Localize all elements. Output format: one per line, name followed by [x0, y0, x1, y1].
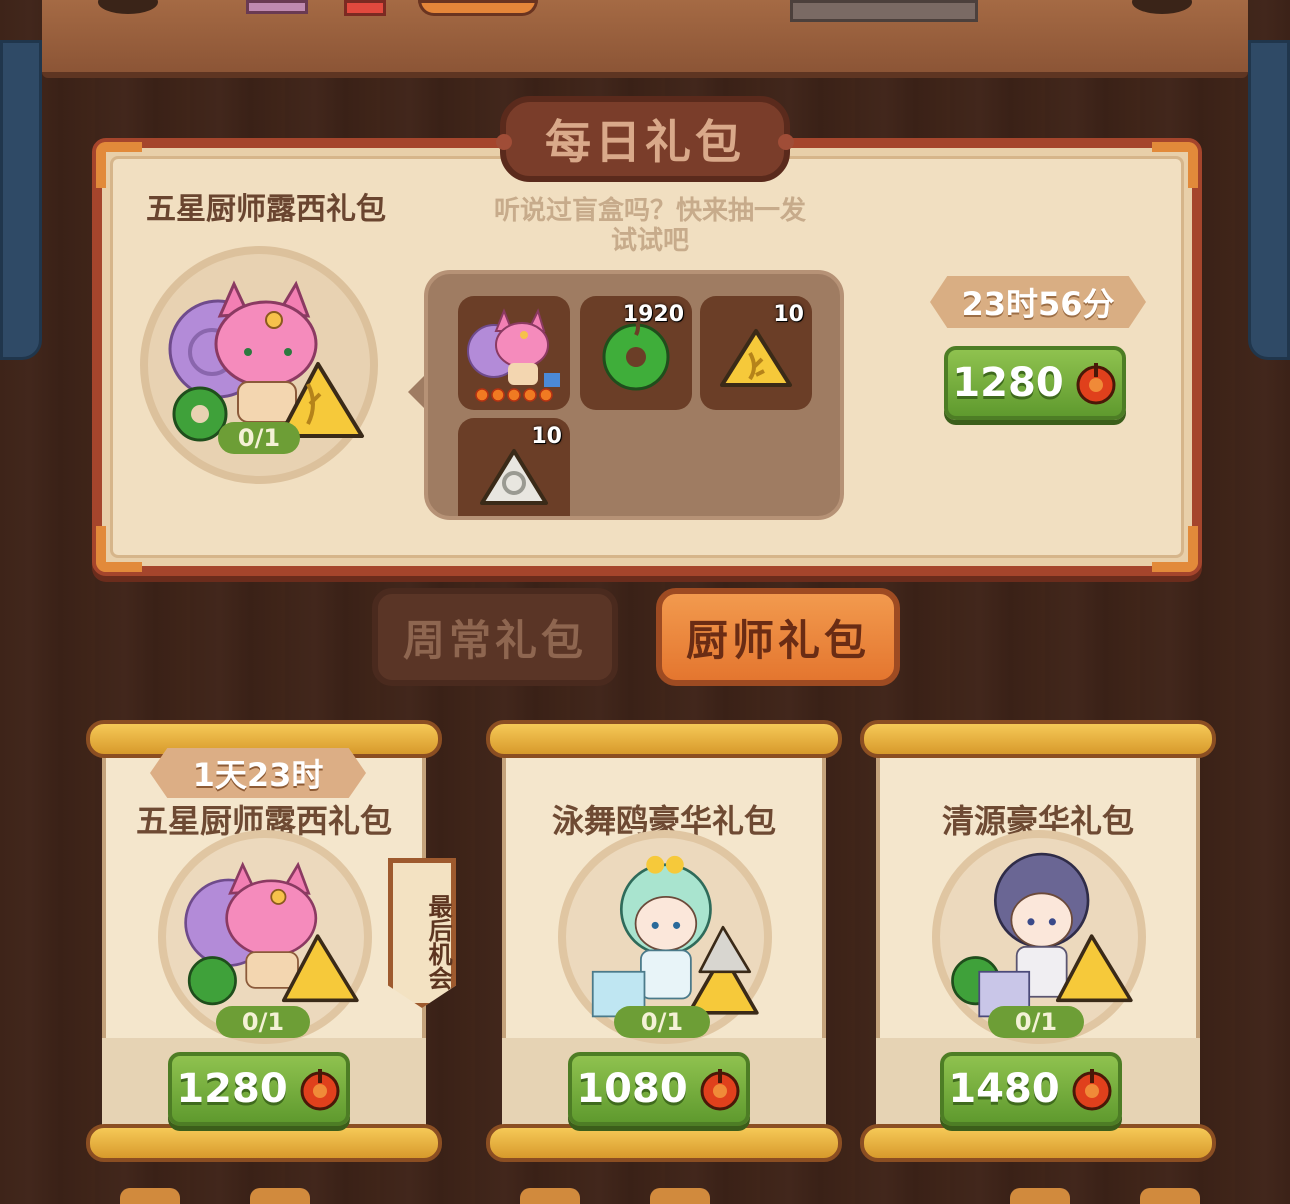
tab-weekly[interactable]: 周常礼包 [372, 588, 618, 686]
scroll-rod-top [486, 720, 842, 758]
card-timer: 1天23时 [150, 748, 366, 798]
daily-title-plate: 每日礼包 [496, 96, 794, 182]
card-count-pill: 0/1 [216, 1006, 310, 1038]
scroll-rod-top [860, 720, 1216, 758]
left-side-panel [0, 40, 42, 360]
top-shelf [42, 0, 1248, 78]
card-buy-button[interactable]: 1280 [168, 1052, 350, 1126]
card-price: 1080 [576, 1066, 688, 1112]
next-row-ornament [250, 1188, 310, 1204]
next-row-ornament [1140, 1188, 1200, 1204]
next-row-ornament [650, 1188, 710, 1204]
red-gem-icon [1076, 363, 1116, 405]
book-icon [246, 0, 308, 14]
right-side-panel [1248, 40, 1290, 360]
daily-pack-name: 五星厨师露西礼包 [146, 192, 386, 227]
item-slot-gold-rune[interactable]: 10 [700, 296, 812, 410]
daily-description: 听说过盲盒吗？快来抽一发试试吧 [493, 196, 806, 256]
next-row-ornament [120, 1188, 180, 1204]
card-price: 1480 [948, 1066, 1060, 1112]
item-slot-silver-rune[interactable]: 10 [458, 418, 570, 516]
shelf-knob [1132, 0, 1192, 14]
daily-title: 每日礼包 [545, 115, 745, 169]
next-row-ornament [520, 1188, 580, 1204]
item-slot-lucy[interactable] [458, 296, 570, 410]
shelf-knob [98, 0, 158, 14]
tab-chef[interactable]: 厨师礼包 [656, 588, 900, 686]
next-row-ornament [1010, 1188, 1070, 1204]
item-qty: 1920 [622, 302, 684, 327]
item-qty: 10 [531, 424, 562, 449]
red-gem-icon [700, 1069, 740, 1111]
item-slot-jade-coin[interactable]: 1920 [580, 296, 692, 410]
scroll-rod-bottom [860, 1124, 1216, 1162]
frame-corner [96, 142, 142, 188]
scroll-rod-bottom [486, 1124, 842, 1162]
card-count-pill: 0/1 [614, 1006, 710, 1038]
tray-icon [790, 0, 978, 22]
scroll-rod-bottom [86, 1124, 442, 1162]
daily-timer: 23时56分 [930, 276, 1146, 328]
daily-count-pill: 0/1 [218, 422, 300, 454]
card-buy-button[interactable]: 1080 [568, 1052, 750, 1126]
plate-dot [778, 134, 794, 150]
pumpkin-icon [418, 0, 538, 16]
plate-dot [496, 134, 512, 150]
card-count-pill: 0/1 [988, 1006, 1084, 1038]
frame-corner [96, 526, 142, 572]
daily-price: 1280 [952, 360, 1064, 406]
frame-corner [1152, 526, 1198, 572]
last-chance-badge: 最后机会 [388, 858, 456, 1008]
frame-corner [1152, 142, 1198, 188]
card-price: 1280 [176, 1066, 288, 1112]
box-icon [344, 0, 386, 16]
daily-buy-button[interactable]: 1280 [944, 346, 1126, 420]
item-qty: 10 [773, 302, 804, 327]
red-gem-icon [1072, 1069, 1112, 1111]
red-gem-icon [300, 1069, 340, 1111]
lucy-chef-icon [467, 308, 560, 402]
card-buy-button[interactable]: 1480 [940, 1052, 1122, 1126]
